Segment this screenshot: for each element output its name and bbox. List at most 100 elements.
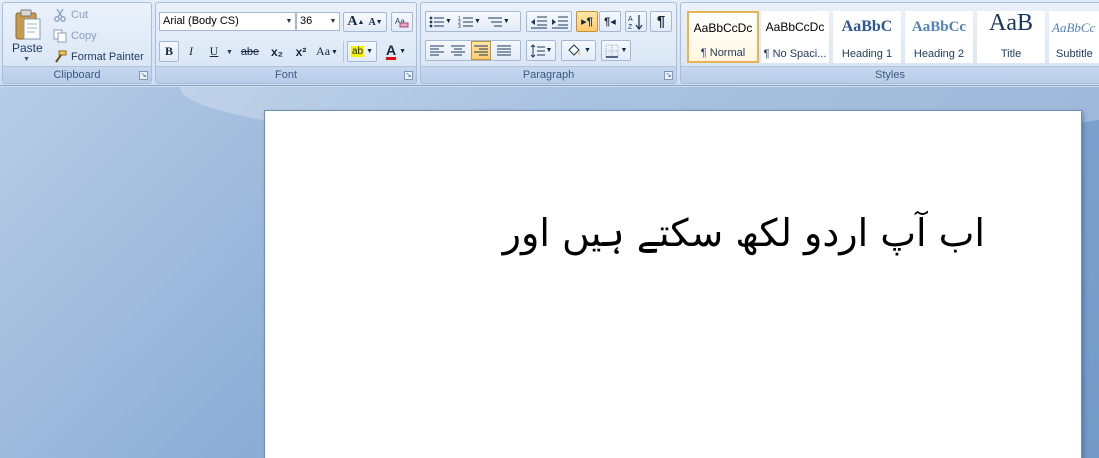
copy-label: Copy — [71, 30, 97, 42]
grow-shrink-font-buttons: A ▲ A ▼ — [343, 12, 387, 32]
cut-button[interactable]: Cut — [53, 6, 88, 24]
font-name-value: Arial (Body CS) — [163, 15, 239, 27]
font-color-icon: A — [385, 41, 397, 60]
clipboard-dialog-launcher[interactable]: ↘ — [139, 71, 148, 80]
change-case-label: Aa — [316, 44, 331, 58]
font-name-combo[interactable]: Arial (Body CS) ▼ — [159, 12, 296, 31]
copy-icon — [53, 29, 67, 43]
paste-dropdown-icon[interactable]: ▼ — [23, 56, 30, 63]
document-text[interactable]: اب آپ اردو لکھ سکتے ہیں اور — [503, 211, 985, 255]
paragraph-dialog-launcher[interactable]: ↘ — [664, 71, 673, 80]
multilevel-list-icon — [487, 17, 502, 26]
italic-button[interactable]: I — [181, 41, 201, 62]
font-group: Arial (Body CS) ▼ 36 ▼ A ▲ A ▼ Aa B I U … — [155, 2, 417, 84]
shading-button[interactable]: ▼ — [561, 40, 596, 61]
grow-font-button[interactable]: A — [347, 14, 357, 30]
rtl-button[interactable]: ¶◂ — [599, 11, 621, 32]
style-name: Subtitle — [1056, 48, 1093, 60]
chevron-down-icon: ▼ — [366, 48, 374, 55]
borders-button[interactable]: ▼ — [601, 40, 631, 61]
style-name: Title — [1000, 48, 1022, 60]
style-preview: AaBbCc — [1052, 20, 1096, 35]
shrink-font-button[interactable]: A — [368, 17, 375, 28]
style-heading-1[interactable]: AaBbC Heading 1 — [833, 11, 901, 63]
sort-icon: AZ — [628, 14, 643, 30]
style-no-spacing[interactable]: AaBbCcDc ¶ No Spaci... — [761, 11, 829, 63]
style-title[interactable]: AaB Title — [977, 11, 1045, 63]
clipboard-group-label: Clipboard — [3, 66, 151, 83]
font-group-label: Font — [156, 66, 416, 83]
align-right-button[interactable] — [471, 41, 491, 60]
multilevel-list-button[interactable]: ▼ — [487, 15, 510, 29]
shrink-font-arrow-icon: ▼ — [375, 18, 383, 26]
paste-button[interactable] — [13, 9, 43, 41]
alignment-buttons — [425, 40, 521, 61]
chevron-down-icon[interactable]: ▼ — [327, 13, 339, 30]
bullets-icon — [429, 16, 444, 27]
chevron-down-icon[interactable]: ▼ — [283, 13, 295, 30]
font-dialog-launcher[interactable]: ↘ — [404, 71, 413, 80]
paintbrush-icon — [53, 50, 67, 64]
divider — [343, 41, 344, 62]
highlighter-icon: ab — [350, 46, 365, 57]
styles-group-label: Styles — [681, 66, 1099, 83]
font-color-button[interactable]: A ▼ — [380, 41, 412, 62]
paragraph-group: ▼ 123 ▼ ▼ ▸¶ ¶◂ AZ ¶ ▼ ▼ ▼ Paragraph ↘ — [420, 2, 677, 84]
styles-group: AaBbCcDc ¶ Normal AaBbCcDc ¶ No Spaci...… — [680, 2, 1099, 84]
paste-label[interactable]: Paste — [12, 41, 43, 55]
sort-button[interactable]: AZ — [625, 11, 647, 32]
style-normal[interactable]: AaBbCcDc ¶ Normal — [687, 11, 759, 63]
show-marks-button[interactable]: ¶ — [650, 11, 672, 32]
font-size-combo[interactable]: 36 ▼ — [296, 12, 340, 31]
clear-formatting-button[interactable]: Aa — [391, 12, 413, 32]
bold-button[interactable]: B — [159, 41, 179, 62]
numbering-icon: 123 — [458, 16, 473, 29]
align-left-icon[interactable] — [429, 45, 445, 57]
format-painter-button[interactable]: Format Painter — [53, 48, 144, 66]
copy-button[interactable]: Copy — [53, 27, 97, 45]
svg-text:A: A — [628, 16, 633, 23]
paint-bucket-icon — [568, 43, 581, 56]
line-spacing-button[interactable]: ▼ — [526, 40, 556, 61]
style-name: ¶ No Spaci... — [763, 48, 827, 60]
left-to-right-icon: ▸¶ — [581, 16, 593, 28]
clipboard-icon — [15, 9, 41, 40]
style-name: Heading 1 — [841, 48, 893, 60]
paragraph-group-label: Paragraph — [421, 66, 676, 83]
document-page[interactable]: اب آپ اردو لکھ سکتے ہیں اور — [264, 110, 1082, 458]
bullets-button[interactable]: ▼ — [429, 15, 452, 29]
align-right-icon — [474, 45, 488, 55]
borders-icon — [605, 44, 619, 58]
list-buttons: ▼ 123 ▼ ▼ — [425, 11, 521, 32]
eraser-icon: Aa — [395, 17, 409, 28]
font-size-value: 36 — [300, 15, 313, 27]
numbering-button[interactable]: 123 ▼ — [458, 15, 481, 29]
underline-dropdown-icon[interactable]: ▼ — [226, 49, 233, 56]
style-heading-2[interactable]: AaBbCc Heading 2 — [905, 11, 973, 63]
underline-button[interactable]: U — [204, 41, 224, 62]
clipboard-group: Paste ▼ Cut Copy Format Painter Clipboar… — [2, 2, 152, 84]
line-spacing-icon — [530, 43, 545, 58]
format-painter-label: Format Painter — [71, 51, 144, 63]
style-subtitle[interactable]: AaBbCc Subtitle — [1049, 11, 1099, 63]
align-center-icon[interactable] — [450, 45, 466, 57]
decrease-indent-icon[interactable] — [530, 15, 548, 29]
svg-text:3: 3 — [458, 24, 461, 29]
style-preview: AaBbCc — [911, 19, 967, 35]
style-preview: AaBbC — [841, 18, 893, 35]
change-case-button[interactable]: Aa ▼ — [314, 41, 340, 62]
ribbon: Paste ▼ Cut Copy Format Painter Clipboar… — [0, 0, 1099, 86]
document-workspace: اب آپ اردو لکھ سکتے ہیں اور — [0, 87, 1099, 458]
subscript-button[interactable]: x₂ — [266, 41, 288, 62]
chevron-down-icon: ▼ — [331, 47, 338, 56]
indent-buttons — [526, 11, 572, 32]
superscript-button[interactable]: x² — [290, 41, 312, 62]
highlight-button[interactable]: ab ▼ — [347, 41, 377, 62]
right-to-left-icon: ¶◂ — [604, 16, 616, 28]
grow-font-arrow-icon: ▲ — [357, 18, 365, 26]
increase-indent-icon[interactable] — [551, 15, 569, 29]
style-preview: AaBbCcDc — [693, 21, 753, 35]
strikethrough-button[interactable]: abe — [236, 41, 264, 62]
ltr-button[interactable]: ▸¶ — [576, 11, 598, 32]
justify-icon[interactable] — [496, 45, 512, 57]
